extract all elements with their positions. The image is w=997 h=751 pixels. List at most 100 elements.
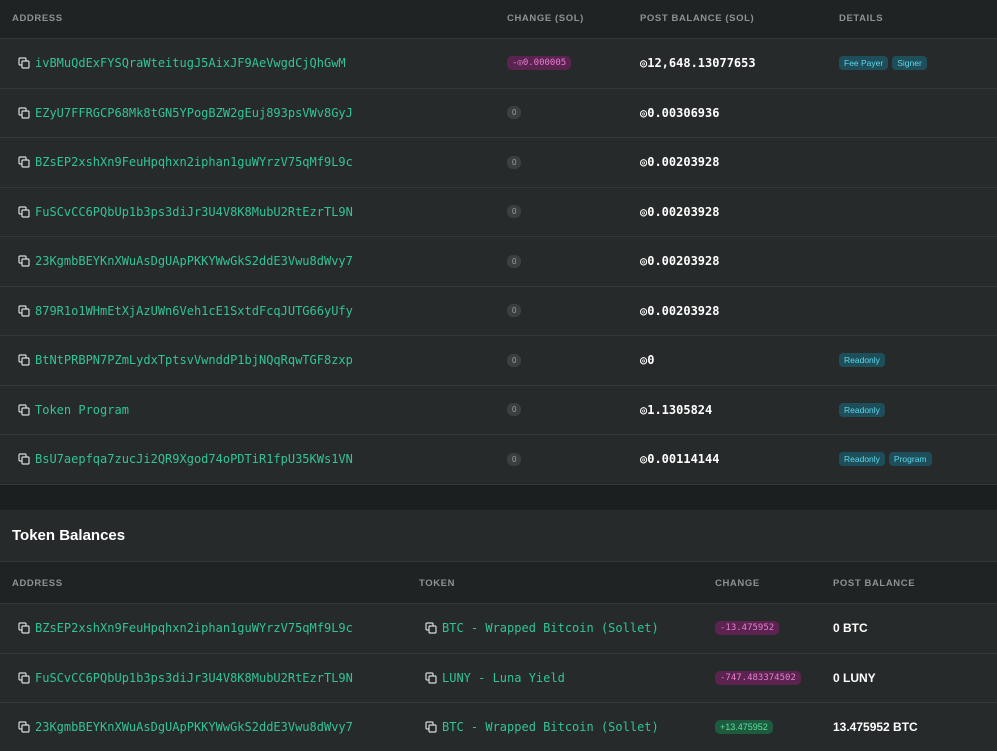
post-balance-value: ◎0.00203928	[640, 155, 719, 169]
token-row: BZsEP2xshXn9FeuHpqhxn2iphan1guWYrzV75qMf…	[0, 604, 997, 654]
account-address-link[interactable]: EZyU7FFRGCP68Mk8tGN5YPogBZW2gEuj893psVWv…	[35, 106, 353, 120]
address-cell: EZyU7FFRGCP68Mk8tGN5YPogBZW2gEuj893psVWv…	[18, 89, 353, 138]
token-address-cell: 23KgmbBEYKnXWuAsDgUApPKKYWwGkS2ddE3Vwu8d…	[18, 703, 353, 751]
detail-badge: Fee Payer	[839, 56, 888, 70]
post-balance-value: ◎0	[640, 353, 654, 367]
sol-change-badge: 0	[507, 304, 521, 317]
address-cell: BZsEP2xshXn9FeuHpqhxn2iphan1guWYrzV75qMf…	[18, 138, 353, 187]
copy-icon[interactable]	[18, 721, 30, 733]
token-column-header-change: CHANGE	[715, 578, 760, 589]
address-cell: 879R1o1WHmEtXjAzUWn6Veh1cE1SxtdFcqJUTG66…	[18, 287, 353, 336]
token-account-address-link[interactable]: BZsEP2xshXn9FeuHpqhxn2iphan1guWYrzV75qMf…	[35, 621, 353, 635]
balance-cell: ◎1.1305824	[640, 386, 712, 435]
address-cell: BsU7aepfqa7zucJi2QR9Xgod74oPDTiR1fpU35KW…	[18, 435, 353, 484]
token-name-cell: BTC - Wrapped Bitcoin (Sollet)	[425, 703, 659, 751]
address-cell: ivBMuQdExFYSQraWteitugJ5AixJF9AeVwgdCjQh…	[18, 39, 346, 88]
account-row: BsU7aepfqa7zucJi2QR9Xgod74oPDTiR1fpU35KW…	[0, 435, 997, 485]
post-balance-value: ◎0.00203928	[640, 304, 719, 318]
account-row: Token Program0◎1.1305824Readonly	[0, 386, 997, 436]
detail-badge: Program	[889, 452, 932, 466]
token-change-cell: +13.475952	[715, 703, 773, 751]
token-post-balance: 0 BTC	[833, 621, 868, 635]
copy-icon[interactable]	[425, 721, 437, 733]
account-row: BZsEP2xshXn9FeuHpqhxn2iphan1guWYrzV75qMf…	[0, 138, 997, 188]
copy-icon[interactable]	[425, 672, 437, 684]
sol-change-badge: 0	[507, 354, 521, 367]
token-name-link[interactable]: BTC - Wrapped Bitcoin (Sollet)	[442, 720, 659, 734]
account-address-link[interactable]: 879R1o1WHmEtXjAzUWn6Veh1cE1SxtdFcqJUTG66…	[35, 304, 353, 318]
change-cell: 0	[507, 336, 521, 385]
token-name-cell: LUNY - Luna Yield	[425, 654, 565, 703]
copy-icon[interactable]	[18, 107, 30, 119]
change-cell: 0	[507, 138, 521, 187]
account-address-link[interactable]: BtNtPRBPN7PZmLydxTptsvVwnddP1bjNQqRqwTGF…	[35, 353, 353, 367]
account-address-link[interactable]: ivBMuQdExFYSQraWteitugJ5AixJF9AeVwgdCjQh…	[35, 56, 346, 70]
details-cell: Readonly	[839, 336, 889, 385]
copy-icon[interactable]	[18, 156, 30, 168]
balance-cell: ◎0	[640, 336, 654, 385]
token-table-header: ADDRESS TOKEN CHANGE POST BALANCE	[0, 562, 997, 604]
sol-change-badge: 0	[507, 255, 521, 268]
address-cell: Token Program	[18, 386, 129, 435]
account-address-link[interactable]: BsU7aepfqa7zucJi2QR9Xgod74oPDTiR1fpU35KW…	[35, 452, 353, 466]
change-cell: 0	[507, 188, 521, 237]
copy-icon[interactable]	[18, 255, 30, 267]
balance-cell: ◎0.00203928	[640, 138, 719, 187]
detail-badge: Readonly	[839, 452, 885, 466]
column-header-change: CHANGE (SOL)	[507, 13, 584, 24]
post-balance-value: ◎1.1305824	[640, 403, 712, 417]
token-change-cell: -13.475952	[715, 604, 779, 653]
details-cell: Readonly	[839, 386, 889, 435]
sol-change-badge: 0	[507, 156, 521, 169]
token-balance-cell: 0 BTC	[833, 604, 868, 653]
token-change-badge: -747.483374502	[715, 671, 801, 685]
change-cell: -◎0.000005	[507, 39, 571, 88]
token-name-link[interactable]: LUNY - Luna Yield	[442, 671, 565, 685]
copy-icon[interactable]	[18, 354, 30, 366]
balance-cell: ◎12,648.13077653	[640, 39, 756, 88]
post-balance-value: ◎0.00203928	[640, 205, 719, 219]
post-balance-value: ◎0.00114144	[640, 452, 719, 466]
account-address-link[interactable]: BZsEP2xshXn9FeuHpqhxn2iphan1guWYrzV75qMf…	[35, 155, 353, 169]
token-post-balance: 0 LUNY	[833, 671, 876, 685]
copy-icon[interactable]	[18, 404, 30, 416]
change-cell: 0	[507, 435, 521, 484]
token-name-cell: BTC - Wrapped Bitcoin (Sollet)	[425, 604, 659, 653]
copy-icon[interactable]	[18, 305, 30, 317]
balance-cell: ◎0.00114144	[640, 435, 719, 484]
change-cell: 0	[507, 237, 521, 286]
token-table-body: BZsEP2xshXn9FeuHpqhxn2iphan1guWYrzV75qMf…	[0, 604, 997, 751]
token-change-cell: -747.483374502	[715, 654, 801, 703]
token-account-address-link[interactable]: 23KgmbBEYKnXWuAsDgUApPKKYWwGkS2ddE3Vwu8d…	[35, 720, 353, 734]
account-row: 23KgmbBEYKnXWuAsDgUApPKKYWwGkS2ddE3Vwu8d…	[0, 237, 997, 287]
token-column-header-address: ADDRESS	[12, 578, 63, 589]
sol-change-badge: 0	[507, 106, 521, 119]
copy-icon[interactable]	[18, 622, 30, 634]
address-cell: BtNtPRBPN7PZmLydxTptsvVwnddP1bjNQqRqwTGF…	[18, 336, 353, 385]
balance-cell: ◎0.00203928	[640, 237, 719, 286]
copy-icon[interactable]	[18, 206, 30, 218]
account-address-link[interactable]: 23KgmbBEYKnXWuAsDgUApPKKYWwGkS2ddE3Vwu8d…	[35, 254, 353, 268]
token-address-cell: BZsEP2xshXn9FeuHpqhxn2iphan1guWYrzV75qMf…	[18, 604, 353, 653]
account-address-link[interactable]: FuSCvCC6PQbUp1b3ps3diJr3U4V8K8MubU2RtEzr…	[35, 205, 353, 219]
balance-cell: ◎0.00306936	[640, 89, 719, 138]
copy-icon[interactable]	[425, 622, 437, 634]
post-balance-value: ◎0.00306936	[640, 106, 719, 120]
account-address-link[interactable]: Token Program	[35, 403, 129, 417]
token-name-link[interactable]: BTC - Wrapped Bitcoin (Sollet)	[442, 621, 659, 635]
balance-cell: ◎0.00203928	[640, 188, 719, 237]
copy-icon[interactable]	[18, 672, 30, 684]
accounts-table-body: ivBMuQdExFYSQraWteitugJ5AixJF9AeVwgdCjQh…	[0, 39, 997, 485]
token-balance-cell: 0 LUNY	[833, 654, 876, 703]
copy-icon[interactable]	[18, 57, 30, 69]
sol-change-badge: -◎0.000005	[507, 56, 571, 70]
detail-badge: Readonly	[839, 353, 885, 367]
token-account-address-link[interactable]: FuSCvCC6PQbUp1b3ps3diJr3U4V8K8MubU2RtEzr…	[35, 671, 353, 685]
column-header-details: DETAILS	[839, 13, 883, 24]
accounts-table-header: ADDRESS CHANGE (SOL) POST BALANCE (SOL) …	[0, 0, 997, 39]
copy-icon[interactable]	[18, 453, 30, 465]
sol-change-badge: 0	[507, 205, 521, 218]
token-address-cell: FuSCvCC6PQbUp1b3ps3diJr3U4V8K8MubU2RtEzr…	[18, 654, 353, 703]
detail-badge: Readonly	[839, 403, 885, 417]
details-cell: Readonly Program	[839, 435, 936, 484]
